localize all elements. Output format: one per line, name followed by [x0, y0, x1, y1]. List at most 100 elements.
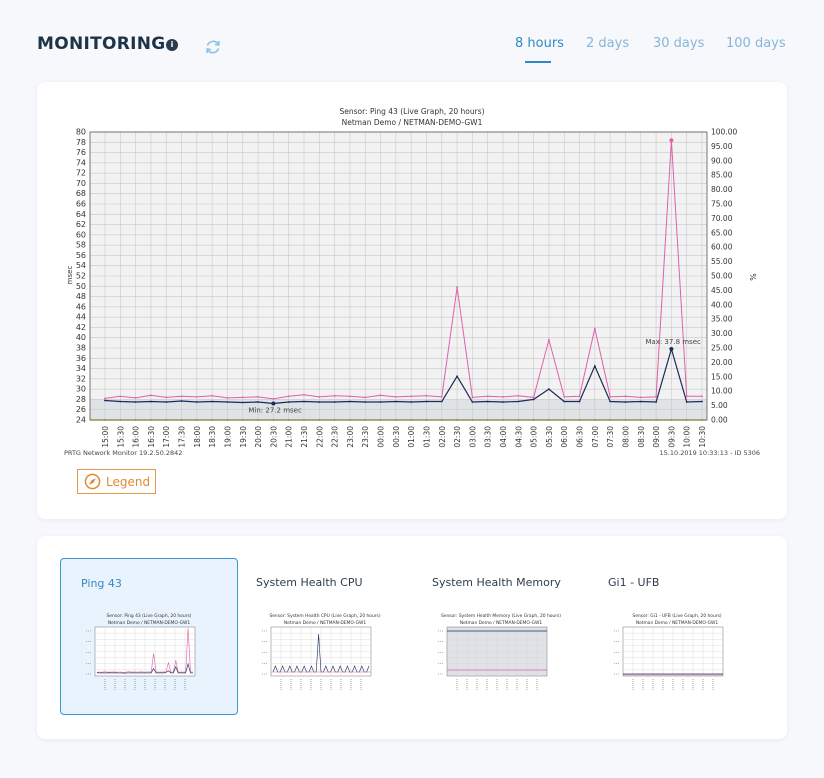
y-tick-label: 68	[76, 189, 86, 198]
x-tick-label: 20:00	[254, 426, 263, 448]
data-point	[410, 401, 413, 403]
data-point	[701, 395, 703, 398]
x-tick-label: 09:30	[667, 426, 676, 448]
data-point	[303, 400, 305, 403]
data-point	[211, 394, 214, 397]
min-marker	[271, 401, 276, 406]
data-point	[241, 396, 244, 399]
y-tick-label: 66	[76, 200, 86, 209]
data-point	[241, 401, 244, 404]
x-tick-label: 06:00	[560, 426, 569, 448]
data-point	[195, 401, 198, 403]
y-tick-label: 64	[76, 210, 86, 219]
data-point	[394, 400, 397, 403]
y-tick-label: 80	[76, 128, 86, 137]
data-point	[165, 401, 168, 403]
x-tick-label: 05:00	[530, 426, 539, 448]
data-point	[410, 395, 413, 398]
legend-button[interactable]: Legend	[77, 469, 156, 494]
min-label: Min: 27.2 msec	[248, 407, 302, 415]
y-tick-label: 70	[76, 179, 86, 188]
data-point	[639, 396, 642, 399]
data-point	[150, 394, 152, 397]
graph-footer-left: PRTG Network Monitor 19.2.50.2842	[64, 449, 182, 457]
x-tick-label: 02:00	[438, 426, 447, 448]
y-tick-label: 72	[76, 169, 86, 178]
x-tick-label: 19:30	[239, 426, 248, 448]
y2-axis-label: %	[748, 273, 757, 281]
data-point	[532, 398, 535, 401]
data-point	[150, 400, 152, 403]
y2-tick-label: 40.00	[711, 300, 733, 309]
x-tick-label: 08:00	[621, 426, 630, 448]
data-point	[165, 396, 168, 399]
thumbnail-label: System Health Memory	[432, 576, 561, 589]
data-point	[226, 401, 229, 403]
data-point	[303, 393, 305, 396]
y-tick-label: 28	[76, 395, 86, 404]
y2-tick-label: 50.00	[711, 272, 733, 281]
y2-tick-label: 10.00	[711, 387, 733, 396]
x-tick-label: 16:30	[147, 426, 156, 448]
y-tick-label: 56	[76, 251, 86, 260]
y2-tick-label: 20.00	[711, 358, 733, 367]
x-tick-label: 17:00	[162, 426, 171, 448]
data-point	[639, 400, 642, 403]
y-tick-label: 76	[76, 148, 86, 157]
y-tick-label: 40	[76, 333, 86, 342]
data-point	[563, 395, 566, 398]
thumbnail-label: Ping 43	[81, 577, 122, 590]
y2-tick-label: 100.00	[711, 128, 737, 137]
y-tick-label: 42	[76, 323, 86, 332]
thumbnail-system-health-memory[interactable]: System Health Memory	[412, 558, 590, 715]
data-point	[593, 327, 596, 330]
y-tick-label: 34	[76, 364, 86, 373]
y2-tick-label: 35.00	[711, 315, 733, 324]
x-tick-label: 02:30	[453, 426, 462, 448]
data-point	[257, 395, 259, 398]
y-tick-label: 48	[76, 292, 86, 301]
x-tick-label: 16:00	[132, 426, 141, 448]
data-point	[211, 400, 214, 403]
max-marker	[669, 347, 674, 352]
x-tick-label: 03:30	[484, 426, 493, 448]
thumbnail-gi1-ufb[interactable]: Gi1 - UFB	[588, 558, 766, 715]
y-tick-label: 26	[76, 405, 86, 414]
data-point	[548, 388, 550, 391]
data-point	[486, 400, 489, 403]
x-tick-label: 04:00	[499, 426, 508, 448]
data-point	[364, 401, 367, 403]
data-point	[318, 401, 321, 403]
y-tick-label: 44	[76, 313, 86, 322]
data-point	[318, 395, 321, 398]
x-tick-label: 04:30	[514, 426, 523, 448]
data-point	[134, 396, 137, 399]
x-tick-label: 00:30	[392, 426, 401, 448]
data-point	[440, 400, 443, 403]
x-tick-label: 22:30	[331, 426, 340, 448]
data-point	[425, 394, 428, 397]
y-tick-label: 58	[76, 241, 86, 250]
data-point	[578, 400, 581, 403]
thumbnail-label: System Health CPU	[256, 576, 363, 589]
thumbnail-system-health-cpu[interactable]: System Health CPU	[236, 558, 414, 715]
data-point	[456, 286, 458, 289]
graph-title: Sensor: Ping 43 (Live Graph, 20 hours)	[339, 107, 484, 116]
y2-tick-label: 90.00	[711, 156, 733, 165]
data-point	[440, 395, 443, 398]
data-point	[272, 398, 275, 400]
legend-label: Legend	[106, 475, 151, 489]
data-point	[563, 400, 566, 403]
data-point	[119, 400, 122, 403]
x-tick-label: 19:00	[223, 426, 232, 448]
data-point	[394, 395, 397, 398]
y-tick-label: 32	[76, 374, 86, 383]
y-tick-label: 78	[76, 138, 86, 147]
x-tick-label: 15:00	[101, 426, 110, 448]
y-axis-label: msec	[66, 266, 74, 285]
max-label: Max: 37.8 msec	[645, 338, 701, 346]
x-tick-label: 08:30	[637, 426, 646, 448]
x-tick-label: 23:00	[346, 426, 355, 448]
data-point	[471, 401, 474, 403]
thumbnail-ping-43[interactable]: Ping 43	[60, 558, 238, 715]
